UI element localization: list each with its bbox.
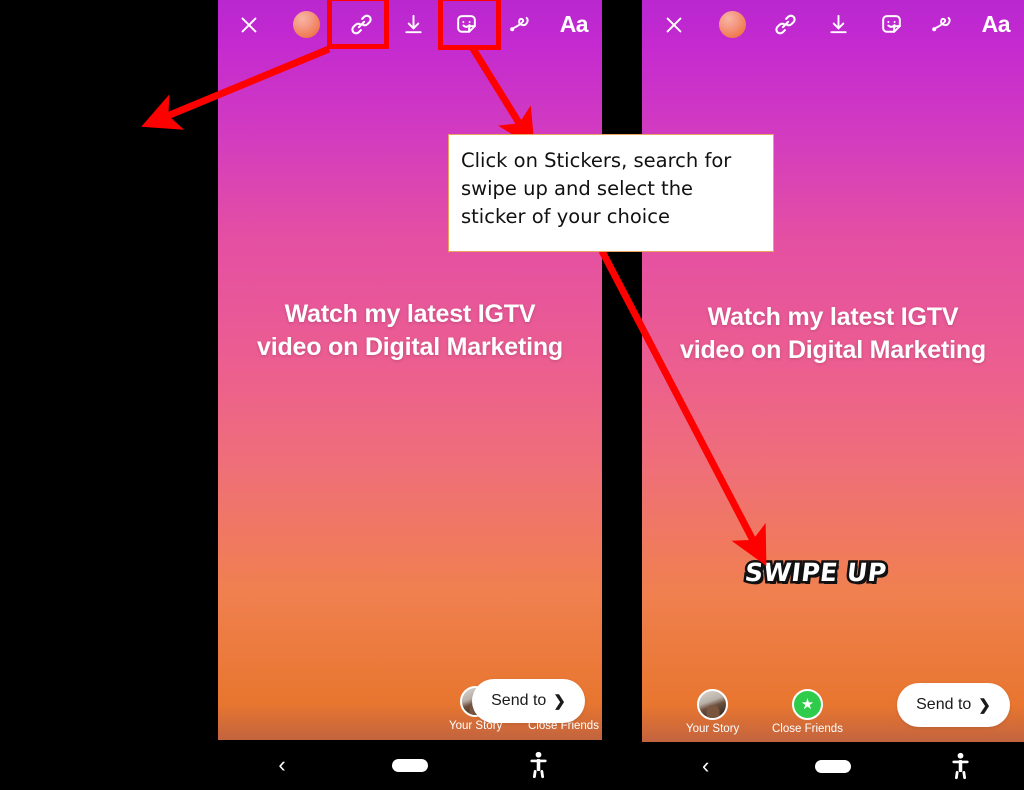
your-story-label: Your Story: [686, 723, 740, 735]
phone-screen-left: Aa Watch my latest IGTV video on Digital…: [218, 0, 602, 740]
draw-squiggle-icon[interactable]: [495, 0, 546, 49]
story-share-bar-right: Your Story ★ Close Friends Send to ❯: [642, 664, 1024, 742]
caption-line-1: Watch my latest IGTV: [707, 303, 959, 331]
star-icon: ★: [791, 689, 823, 720]
home-icon[interactable]: [798, 746, 868, 786]
back-icon[interactable]: ‹: [671, 746, 741, 786]
chevron-right-icon: ❯: [553, 693, 566, 710]
close-friends-button[interactable]: ★ Close Friends: [772, 689, 843, 735]
camera-dot: [718, 11, 746, 38]
text-tool-icon[interactable]: Aa: [546, 0, 602, 49]
story-editor-toolbar-right: Aa: [642, 0, 1024, 49]
android-navbar-right: ‹: [642, 742, 1024, 790]
sticker-icon[interactable]: [864, 0, 919, 49]
send-to-button[interactable]: Send to ❯: [472, 679, 585, 723]
download-icon[interactable]: [813, 0, 864, 49]
close-icon[interactable]: [218, 0, 280, 49]
download-icon[interactable]: [390, 0, 437, 49]
sticker-icon[interactable]: [437, 0, 495, 49]
accessibility-icon[interactable]: [503, 745, 573, 785]
back-chevron: ‹: [701, 753, 710, 778]
camera-effects-icon[interactable]: [706, 0, 759, 49]
send-to-button[interactable]: Send to ❯: [897, 683, 1010, 727]
chevron-right-icon: ❯: [978, 697, 991, 714]
back-chevron: ‹: [278, 752, 286, 777]
caption-line-1: Watch my latest IGTV: [284, 300, 536, 328]
your-story-button[interactable]: Your Story: [686, 689, 739, 735]
story-caption-left: Watch my latest IGTV video on Digital Ma…: [218, 298, 602, 364]
instruction-callout: Click on Stickers, search for swipe up a…: [448, 134, 774, 252]
star-glyph: ★: [800, 696, 815, 713]
text-tool-label: Aa: [981, 11, 1011, 37]
avatar: [697, 689, 729, 720]
draw-squiggle-icon[interactable]: [919, 0, 968, 49]
send-to-label: Send to: [491, 692, 547, 709]
story-editor-toolbar-left: Aa: [218, 0, 602, 49]
android-navbar-left: ‹: [218, 740, 602, 790]
home-icon[interactable]: [375, 745, 445, 785]
text-tool-icon[interactable]: Aa: [968, 0, 1024, 49]
caption-line-2: video on Digital Marketing: [257, 333, 563, 361]
send-to-label: Send to: [916, 696, 972, 713]
story-caption-right: Watch my latest IGTV video on Digital Ma…: [642, 301, 1024, 367]
home-pill: [392, 758, 428, 772]
caption-line-2: video on Digital Marketing: [680, 336, 986, 364]
phone-screen-right: Aa Watch my latest IGTV video on Digital…: [642, 0, 1024, 742]
screenshot-stage: Aa Watch my latest IGTV video on Digital…: [0, 0, 1024, 790]
story-share-bar-left: Your Story ★ Close Friends Send to ❯: [218, 662, 602, 740]
camera-dot: [292, 11, 320, 38]
close-icon[interactable]: [642, 0, 706, 49]
close-friends-label: Close Friends: [772, 723, 843, 735]
home-pill: [814, 759, 851, 773]
back-icon[interactable]: ‹: [247, 745, 317, 785]
link-icon[interactable]: [332, 0, 390, 49]
accessibility-icon[interactable]: [925, 746, 995, 786]
swipe-up-sticker[interactable]: SWIPE UP: [741, 556, 891, 590]
link-icon[interactable]: [759, 0, 814, 49]
text-tool-label: Aa: [559, 11, 589, 37]
camera-effects-icon[interactable]: [280, 0, 332, 49]
